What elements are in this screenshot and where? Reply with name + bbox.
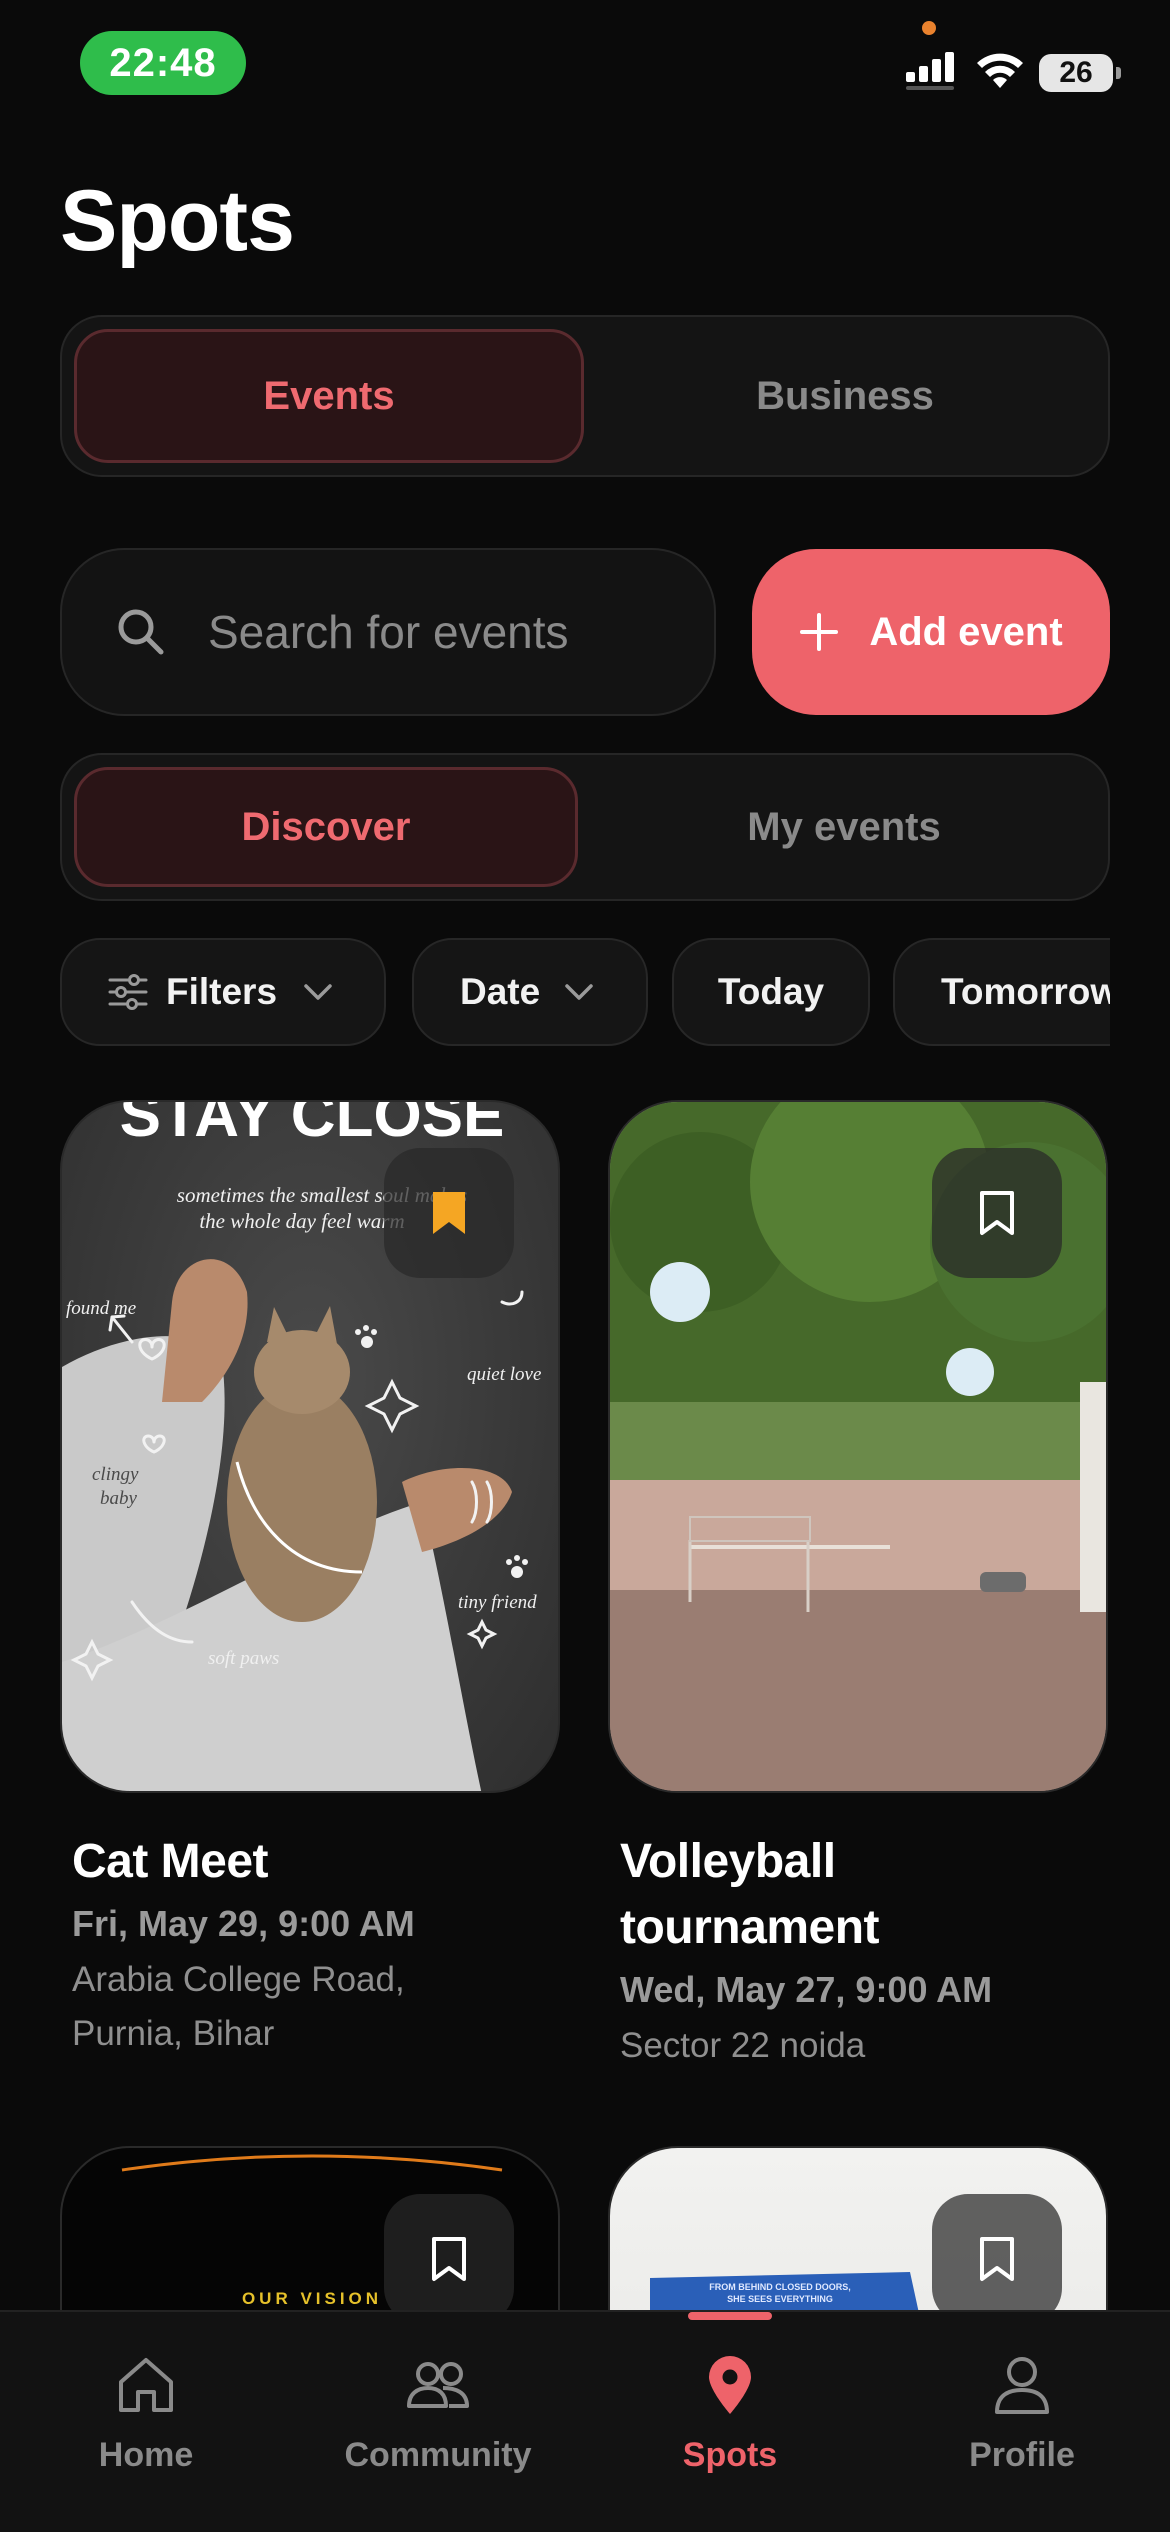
bookmark-button[interactable]: [932, 1148, 1062, 1278]
tab-home[interactable]: Home: [0, 2350, 292, 2475]
event-card[interactable]: STAY CLOSE sometimes the smallest soul m…: [60, 1100, 560, 2061]
battery-level: 26: [1059, 56, 1093, 89]
image-note-tiny: tiny friend: [458, 1592, 537, 1613]
event-date: Wed, May 27, 9:00 AM: [620, 1969, 993, 2010]
chevron-down-icon: [304, 984, 332, 1000]
image-note-clingy: clingy: [92, 1464, 139, 1485]
filter-chips-row: Filters Date Today Tomorrow: [60, 938, 1110, 1048]
add-event-button[interactable]: Add event: [752, 549, 1110, 715]
tab-home-label: Home: [98, 2436, 194, 2474]
status-bar: 22:48 26: [0, 0, 1170, 140]
battery-indicator: 26: [1039, 54, 1121, 92]
tab-my-events[interactable]: My events: [592, 767, 1096, 887]
filters-chip-label: Filters: [166, 971, 278, 1012]
home-icon: [119, 2358, 173, 2412]
today-chip[interactable]: Today: [672, 938, 870, 1046]
bookmark-button[interactable]: [384, 1148, 514, 1278]
image-caption-line2: the whole day feel warm: [199, 1209, 404, 1233]
sliders-icon: [108, 974, 148, 1010]
image-note-quiet: quiet love: [467, 1364, 541, 1385]
tab-spots[interactable]: Spots: [584, 2350, 876, 2475]
image-note-found: found me: [66, 1298, 136, 1319]
event-image[interactable]: [608, 1100, 1108, 1793]
active-tab-indicator: [688, 2312, 772, 2320]
event-title-line2: tournament: [620, 1901, 880, 1954]
plus-icon: [800, 613, 839, 651]
book-text-line2: SHE SEES EVERYTHING: [727, 2294, 833, 2304]
tab-spots-label: Spots: [682, 2436, 778, 2474]
tab-community-label: Community: [344, 2436, 532, 2474]
bookmark-outline-icon: [980, 1191, 1014, 1235]
view-segmented-control: Discover My events: [60, 753, 1110, 901]
status-time: 22:48: [80, 31, 246, 95]
image-note-baby: baby: [100, 1488, 138, 1509]
search-bar[interactable]: [60, 548, 716, 716]
event-card[interactable]: Volleyball tournament Wed, May 27, 9:00 …: [608, 1100, 1108, 2073]
bookmark-button[interactable]: [932, 2194, 1062, 2324]
image-note-paws: soft paws: [208, 1648, 279, 1669]
search-icon: [118, 609, 164, 655]
event-title: Cat Meet: [72, 1835, 269, 1888]
event-location-line1: Arabia College Road,: [72, 1960, 405, 1999]
privacy-indicator-dot: [922, 21, 936, 35]
today-chip-label: Today: [717, 971, 825, 1012]
event-date: Fri, May 29, 9:00 AM: [72, 1903, 415, 1944]
tomorrow-chip[interactable]: Tomorrow: [893, 938, 1110, 1046]
filters-chip[interactable]: Filters: [60, 938, 386, 1046]
tomorrow-chip-label: Tomorrow: [941, 971, 1110, 1012]
mode-segmented-control: Events Business: [60, 315, 1110, 477]
date-chip-label: Date: [460, 971, 541, 1012]
event-location: Sector 22 noida: [620, 2026, 866, 2065]
bookmark-button[interactable]: [384, 2194, 514, 2324]
location-pin-icon: [709, 2356, 751, 2414]
cellular-signal-icon: [906, 52, 954, 90]
page-title: Spots: [60, 173, 295, 269]
image-heading-text: STAY CLOSE: [120, 1102, 505, 1150]
book-text-line1: FROM BEHIND CLOSED DOORS,: [709, 2282, 851, 2292]
tab-business[interactable]: Business: [590, 329, 1100, 463]
event-location-line2: Purnia, Bihar: [72, 2014, 275, 2053]
search-input[interactable]: [208, 605, 668, 659]
bottom-tab-bar: Home Community Spots Profile: [0, 2310, 1170, 2532]
bookmark-outline-icon: [980, 2237, 1014, 2281]
tab-profile-label: Profile: [969, 2436, 1075, 2474]
wifi-icon: [977, 53, 1023, 88]
add-event-label: Add event: [869, 609, 1063, 654]
chevron-down-icon: [565, 984, 593, 1000]
date-chip[interactable]: Date: [412, 938, 648, 1046]
bookmark-filled-icon: [433, 1192, 465, 1234]
tab-events[interactable]: Events: [74, 329, 584, 463]
event-title-line1: Volleyball: [620, 1835, 836, 1888]
bookmark-outline-icon: [432, 2237, 466, 2281]
tab-profile[interactable]: Profile: [876, 2350, 1168, 2475]
profile-icon: [995, 2357, 1049, 2414]
event-image[interactable]: STAY CLOSE sometimes the smallest soul m…: [60, 1100, 560, 1793]
community-icon: [407, 2362, 469, 2408]
image-vision-text: OUR VISION: [242, 2289, 382, 2308]
tab-discover[interactable]: Discover: [74, 767, 578, 887]
tab-community[interactable]: Community: [292, 2350, 584, 2475]
